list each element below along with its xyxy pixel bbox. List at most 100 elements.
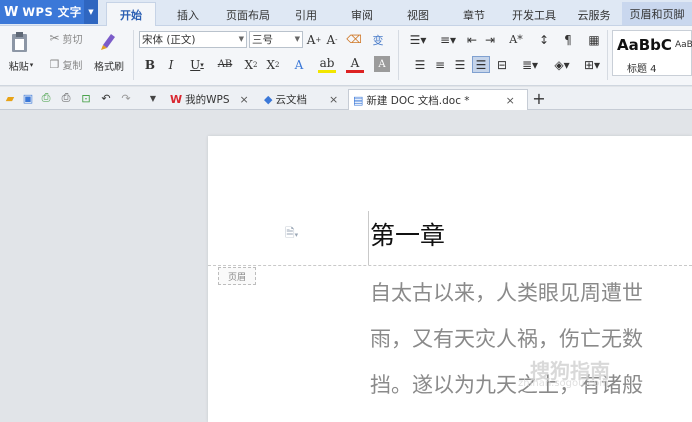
chevron-down-icon[interactable]: ▼ — [84, 0, 98, 24]
copy-button[interactable]: ❐ 复制 — [44, 56, 88, 72]
cut-button[interactable]: ✂ 剪切 — [44, 30, 88, 46]
divider — [133, 30, 134, 80]
app-menu-button[interactable]: W WPS 文字 ▼ — [0, 0, 98, 24]
strikethrough-icon[interactable]: AB — [212, 56, 238, 73]
open-folder-icon[interactable]: ▰ — [3, 91, 17, 105]
align-center-icon[interactable]: ≡ — [432, 56, 448, 73]
subscript-icon[interactable]: X2 — [264, 56, 282, 73]
font-name-value: 宋体 (正文) — [142, 34, 196, 46]
font-size-value: 三号 — [252, 34, 273, 46]
print-icon[interactable]: ⎙ — [59, 91, 73, 105]
scissors-icon: ✂ — [49, 31, 60, 45]
grow-font-icon[interactable]: A + — [306, 31, 322, 48]
text-boundary — [368, 211, 369, 265]
brush-icon[interactable] — [94, 30, 124, 52]
chapter-heading[interactable]: 第一章 — [370, 216, 445, 252]
style-preview: AaBbC — [617, 36, 672, 54]
distributed-icon[interactable]: ⊟ — [494, 56, 510, 73]
tab-home[interactable]: 开始 — [106, 2, 156, 27]
shading-icon[interactable]: ◈▾ — [550, 56, 574, 73]
close-icon[interactable]: × — [329, 93, 338, 106]
print-preview-icon[interactable]: ⊡ — [79, 91, 93, 105]
save-icon[interactable]: ▣ — [21, 91, 35, 105]
style-name: 标题 4 — [627, 64, 657, 75]
quick-access-bar: ▰ ▣ ⎙ ⎙ ⊡ ↶ ↷ ▼ W 我的WPS × ◆ 云文档 × ▤ 新建 D… — [0, 87, 692, 110]
font-color-icon[interactable]: A — [346, 56, 364, 73]
header-tag[interactable]: 页眉 — [218, 267, 256, 285]
tab-cloud-docs[interactable]: ◆ 云文档 × — [260, 89, 346, 110]
tab-document[interactable]: ▤ 新建 DOC 文档.doc * × — [348, 89, 528, 110]
cut-label: 剪切 — [62, 34, 83, 46]
text-effect-icon[interactable]: A — [290, 56, 308, 73]
underline-icon[interactable]: U ▾ — [186, 56, 208, 73]
format-painter-label: 格式刷 — [94, 61, 124, 73]
close-icon[interactable]: × — [240, 93, 249, 106]
line-spacing-icon[interactable]: ≣▾ — [518, 56, 542, 73]
document-page[interactable]: 🗎▾ 页眉 第一章 自太古以来，人类眼见周遭世 雨，又有天灾人祸，伤亡无数 挡。… — [208, 136, 692, 422]
tab-review[interactable]: 审阅 — [344, 5, 380, 25]
menu-bar: W WPS 文字 ▼ 开始 插入 页面布局 引用 审阅 视图 章节 开发工具 云… — [0, 0, 692, 27]
body-line[interactable]: 雨，又有天灾人祸，伤亡无数 — [370, 323, 643, 353]
sort-icon[interactable]: ↕ — [536, 31, 552, 48]
tab-developer[interactable]: 开发工具 — [506, 5, 562, 25]
tab-references[interactable]: 引用 — [288, 5, 324, 25]
numbered-list-icon[interactable]: ≡▾ — [434, 31, 462, 48]
font-name-select[interactable]: 宋体 (正文) ▼ — [139, 31, 247, 48]
font-size-select[interactable]: 三号 ▼ — [249, 31, 303, 48]
align-right-icon[interactable]: ☰ — [452, 56, 468, 73]
tab-page-layout[interactable]: 页面布局 — [220, 5, 276, 25]
document-icon: ▤ — [353, 93, 364, 107]
phonetic-icon[interactable]: 变 — [368, 31, 388, 48]
document-workspace: 🗎▾ 页眉 第一章 自太古以来，人类眼见周遭世 雨，又有天灾人祸，伤亡无数 挡。… — [0, 111, 692, 422]
border-icon[interactable]: ⊞▾ — [580, 56, 604, 73]
tab-my-wps[interactable]: W 我的WPS × — [166, 89, 258, 110]
increase-indent-icon[interactable]: ⇥ — [482, 31, 498, 48]
format-painter-button[interactable]: 格式刷 — [90, 58, 128, 73]
tab-label: 我的WPS — [185, 94, 230, 106]
divider — [607, 30, 608, 80]
style-gallery-heading4[interactable]: AaBbC AaB 标题 4 — [612, 30, 692, 76]
clear-format-icon[interactable]: ⌫ — [346, 31, 362, 48]
new-tab-icon[interactable]: + — [532, 89, 546, 108]
undo-icon[interactable]: ↶ — [99, 91, 113, 105]
chevron-down-icon: ▼ — [294, 35, 300, 43]
char-shading-icon[interactable]: A — [374, 56, 390, 72]
bullet-list-icon[interactable]: ☰▾ — [404, 31, 432, 48]
superscript-icon[interactable]: X2 — [242, 56, 260, 73]
paragraph-options-icon[interactable]: 🗎▾ — [285, 224, 298, 245]
tab-cloud-service[interactable]: 云服务 — [572, 5, 616, 25]
body-line[interactable]: 自太古以来，人类眼见周遭世 — [370, 277, 643, 307]
redo-icon[interactable]: ↷ — [119, 91, 133, 105]
align-left-icon[interactable]: ☰ — [412, 56, 428, 73]
copy-icon: ❐ — [49, 57, 60, 71]
justify-icon[interactable]: ☰ — [472, 56, 490, 73]
shrink-font-icon[interactable]: A- — [324, 31, 340, 48]
tab-header-footer[interactable]: 页眉和页脚 — [622, 2, 692, 25]
export-pdf-icon[interactable]: ⎙ — [39, 91, 53, 105]
tab-insert[interactable]: 插入 — [168, 5, 208, 25]
table-icon[interactable]: ▦ — [584, 31, 604, 48]
clipboard-icon[interactable] — [6, 30, 34, 54]
tab-label: 新建 DOC 文档.doc * — [366, 94, 470, 107]
ribbon-home: 粘贴 ▾ ✂ 剪切 ❐ 复制 格式刷 宋体 (正文) ▼ 三号 ▼ A + A- ⌫ 变 B… — [0, 26, 692, 86]
bold-icon[interactable]: B — [143, 56, 157, 73]
tab-view[interactable]: 视图 — [400, 5, 436, 25]
style-preview-next: AaB — [675, 40, 692, 50]
tab-chapter[interactable]: 章节 — [456, 5, 492, 25]
close-icon[interactable]: × — [506, 94, 515, 107]
divider — [398, 30, 399, 80]
decrease-indent-icon[interactable]: ⇤ — [464, 31, 480, 48]
chevron-down-icon: ▼ — [238, 35, 244, 43]
app-name: WPS 文字 — [22, 5, 82, 19]
paragraph-mark-icon[interactable]: ¶ — [560, 31, 576, 48]
highlight-icon[interactable]: ab — [318, 56, 336, 73]
cloud-doc-icon: ◆ — [264, 93, 273, 106]
change-case-icon[interactable]: A* — [504, 31, 528, 48]
wps-logo-icon: W — [4, 4, 19, 20]
paste-button[interactable]: 粘贴 ▾ — [4, 58, 38, 73]
italic-icon[interactable]: I — [164, 56, 178, 73]
tab-label: 云文档 — [275, 94, 307, 106]
header-boundary — [208, 265, 692, 266]
copy-label: 复制 — [62, 60, 83, 72]
chevron-down-icon[interactable]: ▼ — [146, 91, 160, 105]
